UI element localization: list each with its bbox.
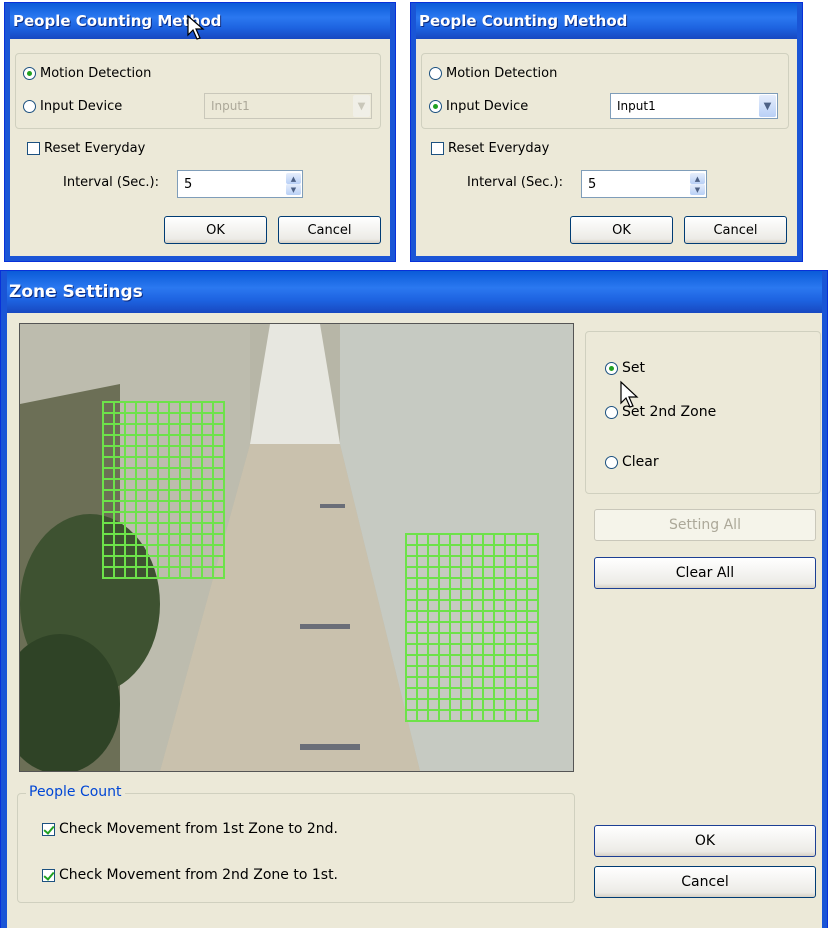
ok-button[interactable]: OK [570, 216, 673, 244]
input-device-select[interactable]: Input1 ▼ [204, 93, 372, 119]
check-1st-to-2nd[interactable]: Check Movement from 1st Zone to 2nd. [42, 821, 338, 837]
checkbox-checked-icon [42, 868, 55, 882]
cancel-button[interactable]: Cancel [278, 216, 381, 244]
input-device-select[interactable]: Input1 ▼ [610, 93, 778, 119]
people-counting-dialog-motion: People Counting Method Motion Detection … [4, 2, 396, 262]
dialog-title: People Counting Method [411, 3, 802, 39]
people-count-label: People Count [26, 784, 125, 800]
setting-all-button[interactable]: Setting All [594, 509, 816, 541]
input-device-radio[interactable]: Input Device [429, 99, 528, 114]
radio-unselected-icon [605, 405, 618, 419]
interval-spinner[interactable]: 5 ▲ ▼ [581, 170, 707, 198]
spin-down-icon[interactable]: ▼ [286, 184, 301, 195]
check-1st-to-2nd-label: Check Movement from 1st Zone to 2nd. [59, 821, 339, 837]
window-border-left [1, 271, 7, 928]
zone-ok-button[interactable]: OK [594, 825, 816, 857]
window-border-left [411, 3, 416, 261]
motion-detection-label: Motion Detection [446, 66, 558, 81]
radio-unselected-icon [605, 455, 618, 469]
set-label: Set [622, 360, 645, 376]
radio-selected-icon [605, 361, 618, 375]
motion-detection-radio[interactable]: Motion Detection [429, 66, 557, 81]
radio-selected-icon [23, 67, 36, 80]
window-border-right [390, 3, 395, 261]
radio-unselected-icon [23, 100, 36, 113]
check-2nd-to-1st-label: Check Movement from 2nd Zone to 1st. [59, 867, 339, 883]
spin-down-icon[interactable]: ▼ [690, 184, 705, 195]
reset-everyday-label: Reset Everyday [44, 141, 146, 156]
dialog-title: Zone Settings [1, 271, 827, 313]
checkbox-unchecked-icon [431, 142, 444, 155]
checkbox-unchecked-icon [27, 142, 40, 155]
window-border-bottom [411, 256, 802, 261]
window-border-right [797, 3, 802, 261]
reset-everyday-label: Reset Everyday [448, 141, 550, 156]
cancel-button[interactable]: Cancel [684, 216, 787, 244]
motion-detection-label: Motion Detection [40, 66, 152, 81]
first-zone-grid [102, 401, 225, 579]
checkbox-checked-icon [42, 822, 55, 836]
interval-value: 5 [184, 176, 193, 192]
mouse-pointer-icon [620, 380, 639, 408]
reset-everyday-checkbox[interactable]: Reset Everyday [27, 141, 145, 156]
clear-radio[interactable]: Clear [605, 454, 659, 470]
window-border-right [822, 271, 827, 928]
second-zone-grid [405, 533, 539, 722]
input-device-label: Input Device [446, 99, 529, 114]
input-device-value: Input1 [617, 99, 656, 113]
reset-everyday-checkbox[interactable]: Reset Everyday [431, 141, 549, 156]
input-device-label: Input Device [40, 99, 123, 114]
ok-button[interactable]: OK [164, 216, 267, 244]
people-counting-dialog-input: People Counting Method Motion Detection … [410, 2, 803, 262]
people-count-group [17, 793, 575, 903]
chevron-down-icon[interactable]: ▼ [759, 95, 776, 117]
interval-label: Interval (Sec.): [63, 175, 159, 190]
clear-all-button[interactable]: Clear All [594, 557, 816, 589]
chevron-down-icon: ▼ [353, 95, 370, 117]
input-device-radio[interactable]: Input Device [23, 99, 122, 114]
camera-view[interactable] [19, 323, 574, 772]
radio-selected-icon [429, 100, 442, 113]
clear-label: Clear [622, 454, 659, 470]
set-radio[interactable]: Set [605, 360, 645, 376]
window-border-bottom [5, 256, 395, 261]
radio-unselected-icon [429, 67, 442, 80]
interval-label: Interval (Sec.): [467, 175, 563, 190]
check-2nd-to-1st[interactable]: Check Movement from 2nd Zone to 1st. [42, 867, 338, 883]
spin-up-icon[interactable]: ▲ [286, 173, 301, 184]
zone-cancel-button[interactable]: Cancel [594, 866, 816, 898]
motion-detection-radio[interactable]: Motion Detection [23, 66, 151, 81]
spin-up-icon[interactable]: ▲ [690, 173, 705, 184]
input-device-value: Input1 [211, 99, 250, 113]
mouse-pointer-icon [187, 14, 205, 40]
interval-value: 5 [588, 176, 597, 192]
interval-spinner[interactable]: 5 ▲ ▼ [177, 170, 303, 198]
window-border-left [5, 3, 10, 261]
